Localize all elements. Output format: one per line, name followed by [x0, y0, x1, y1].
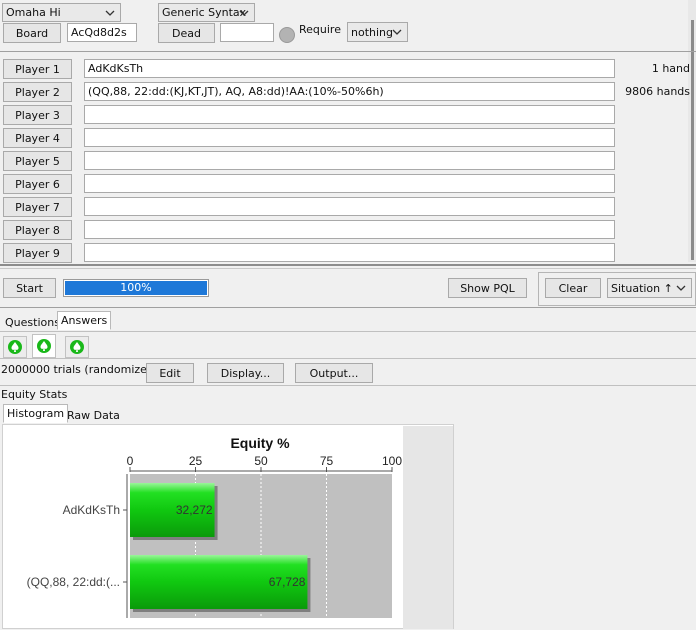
- clear-button[interactable]: Clear: [545, 278, 601, 298]
- require-label: Require: [299, 23, 341, 36]
- chevron-down-icon: [105, 10, 115, 16]
- icon-tab-1[interactable]: [3, 336, 27, 358]
- icon-tab-2[interactable]: [32, 334, 56, 358]
- divider: [0, 385, 696, 386]
- chart-side-panel: [403, 426, 453, 629]
- divider: [0, 358, 696, 359]
- tab-answers[interactable]: Answers: [57, 311, 112, 330]
- player-5-range[interactable]: [84, 151, 615, 170]
- divider: [0, 51, 696, 52]
- player-3-button[interactable]: Player 3: [3, 105, 72, 125]
- chevron-down-icon: [676, 285, 686, 291]
- histogram-panel: Equity % 0 25 50 75 100 32,272 AdKdKsTh 67,728 (…: [2, 424, 454, 629]
- chart-title: Equity %: [230, 435, 290, 451]
- player-1-hands: 1 hand: [651, 62, 690, 75]
- player-5-button[interactable]: Player 5: [3, 151, 72, 171]
- x-tick-label: 100: [382, 454, 402, 468]
- player-2-button[interactable]: Player 2: [3, 82, 72, 102]
- show-pql-button[interactable]: Show PQL: [448, 278, 527, 298]
- equity-chart: Equity % 0 25 50 75 100 32,272 AdKdKsTh 67,728 (…: [27, 426, 453, 629]
- trials-label: 2000000 trials (randomized): [1, 363, 159, 376]
- y-tick-label: AdKdKsTh: [63, 503, 120, 517]
- x-tick-label: 75: [320, 454, 334, 468]
- syntax-select[interactable]: Generic Syntax: [158, 3, 255, 22]
- game-select-value: Omaha Hi: [6, 6, 61, 19]
- divider: [0, 264, 696, 266]
- tab-histogram[interactable]: Histogram: [3, 404, 69, 423]
- x-tick-label: 0: [127, 454, 134, 468]
- tab-questions[interactable]: Questions: [1, 313, 64, 332]
- chevron-down-icon: [239, 10, 249, 16]
- player-9-range[interactable]: [84, 243, 615, 262]
- player-4-button[interactable]: Player 4: [3, 128, 72, 148]
- edit-button[interactable]: Edit: [146, 363, 194, 383]
- player-6-range[interactable]: [84, 174, 615, 193]
- game-select[interactable]: Omaha Hi: [2, 3, 121, 22]
- player-7-button[interactable]: Player 7: [3, 197, 72, 217]
- dead-input[interactable]: [220, 23, 274, 42]
- x-tick-label: 50: [254, 454, 268, 468]
- divider: [0, 268, 696, 269]
- board-button[interactable]: Board: [3, 23, 61, 43]
- y-tick-label: (QQ,88, 22:dd:(...: [27, 575, 120, 589]
- spade-icon: [8, 340, 22, 354]
- spade-icon: [37, 339, 51, 353]
- tab-raw-data[interactable]: Raw Data: [63, 406, 124, 425]
- data-label: 32,272: [176, 503, 213, 517]
- x-tick-label: 25: [189, 454, 203, 468]
- progress-text: 100%: [120, 281, 152, 294]
- divider: [0, 307, 696, 308]
- situation-select[interactable]: Situation ↑: [607, 278, 692, 298]
- spade-icon: [70, 340, 84, 354]
- players-scrollbar[interactable]: [688, 0, 696, 262]
- player-2-hands: 9806 hands: [625, 85, 690, 98]
- output-button[interactable]: Output...: [295, 363, 373, 383]
- player-8-range[interactable]: [84, 220, 615, 239]
- require-select-value: nothing: [351, 25, 393, 39]
- player-6-button[interactable]: Player 6: [3, 174, 72, 194]
- player-1-button[interactable]: Player 1: [3, 59, 72, 79]
- player-4-range[interactable]: [84, 128, 615, 147]
- divider: [0, 331, 696, 332]
- display-button[interactable]: Display...: [207, 363, 284, 383]
- player-7-range[interactable]: [84, 197, 615, 216]
- players-scrollbar-thumb[interactable]: [691, 20, 694, 260]
- board-input[interactable]: AcQd8d2s: [67, 23, 137, 42]
- icon-tab-3[interactable]: [65, 336, 89, 358]
- equity-stats-label: Equity Stats: [1, 388, 68, 401]
- progress-bar: 100%: [63, 279, 209, 297]
- player-3-range[interactable]: [84, 105, 615, 124]
- chevron-down-icon: [392, 29, 402, 35]
- player-9-button[interactable]: Player 9: [3, 243, 72, 263]
- syntax-select-value: Generic Syntax: [162, 6, 247, 19]
- player-8-button[interactable]: Player 8: [3, 220, 72, 240]
- require-select[interactable]: nothing: [347, 22, 408, 42]
- start-button[interactable]: Start: [3, 278, 56, 298]
- player-1-range[interactable]: AdKdKsTh: [84, 59, 615, 78]
- player-2-range[interactable]: (QQ,88, 22:dd:(KJ,KT,JT), AQ, A8:dd)!AA:…: [84, 82, 615, 101]
- require-checkbox[interactable]: [279, 27, 295, 43]
- dead-button[interactable]: Dead: [158, 23, 215, 43]
- data-label: 67,728: [269, 575, 306, 589]
- situation-select-value: Situation ↑: [611, 281, 673, 295]
